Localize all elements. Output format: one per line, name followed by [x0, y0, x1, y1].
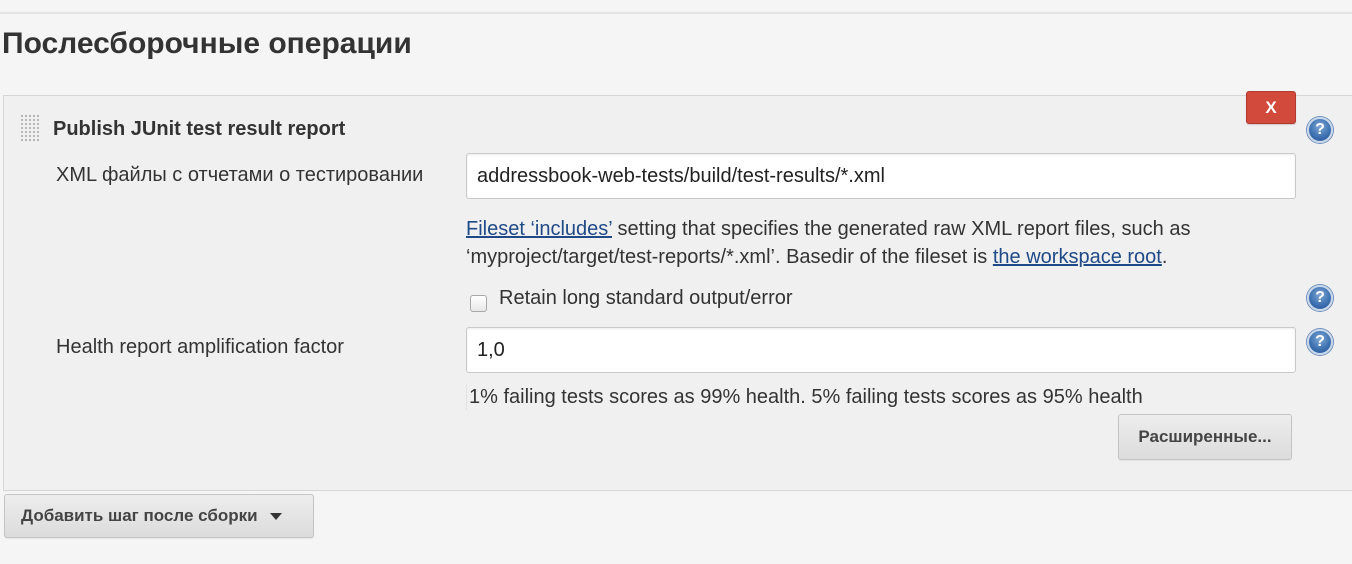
- add-post-build-step-button[interactable]: Добавить шаг после сборки: [4, 494, 314, 538]
- step-title: Publish JUnit test result report: [53, 118, 346, 140]
- drag-handle-icon[interactable]: [20, 114, 40, 142]
- xml-files-label: XML файлы с отчетами о тестировании: [56, 164, 424, 186]
- retain-output-help-icon[interactable]: ?: [1307, 285, 1333, 311]
- workspace-root-link[interactable]: the workspace root: [993, 246, 1162, 268]
- health-factor-hint: 1% failing tests scores as 99% health. 5…: [466, 384, 1143, 410]
- delete-step-button[interactable]: X: [1246, 91, 1296, 124]
- chevron-down-icon: [269, 512, 282, 520]
- add-step-label: Добавить шаг после сборки: [21, 506, 258, 525]
- advanced-button[interactable]: Расширенные...: [1118, 414, 1292, 460]
- xml-files-description-end: .: [1161, 246, 1168, 268]
- step-help-icon[interactable]: ?: [1307, 117, 1333, 143]
- section-title: Послесборочные операции: [2, 27, 412, 60]
- health-factor-input[interactable]: [466, 327, 1296, 373]
- xml-files-input[interactable]: [466, 153, 1296, 199]
- top-divider: [0, 12, 1352, 14]
- fileset-includes-link[interactable]: Fileset ‘includes’: [466, 218, 612, 240]
- health-factor-label: Health report amplification factor: [56, 336, 344, 358]
- retain-output-checkbox[interactable]: [470, 295, 487, 312]
- xml-files-description: Fileset ‘includes’ setting that specifie…: [466, 215, 1306, 271]
- health-factor-help-icon[interactable]: ?: [1307, 329, 1333, 355]
- retain-output-label[interactable]: Retain long standard output/error: [499, 285, 793, 311]
